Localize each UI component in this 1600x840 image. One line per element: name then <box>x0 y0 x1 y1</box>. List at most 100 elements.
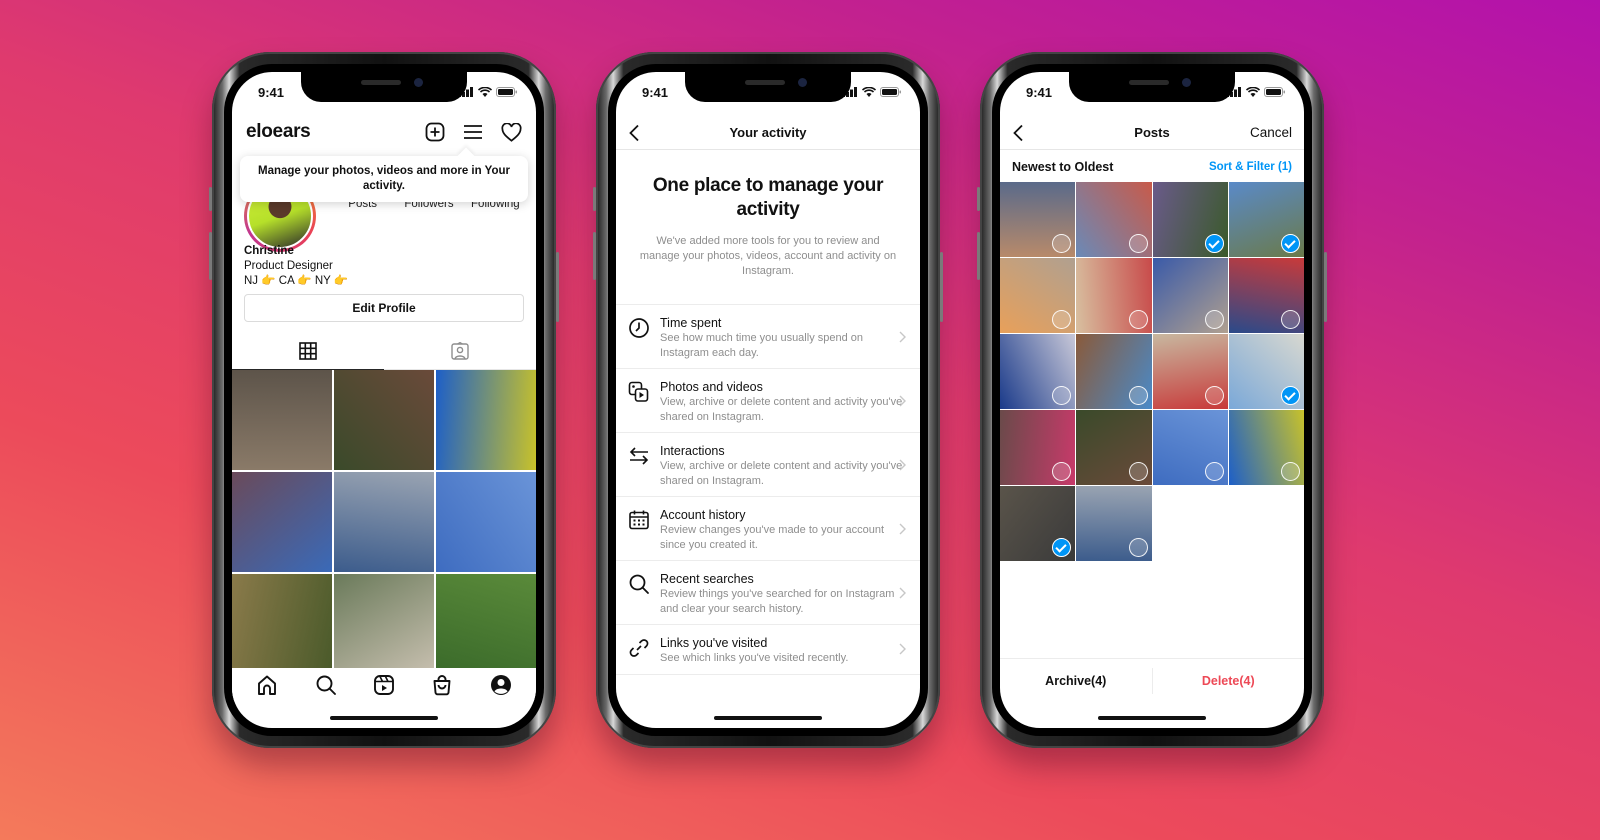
home-icon[interactable] <box>256 674 278 696</box>
post-thumbnail[interactable] <box>1228 334 1304 409</box>
post-thumbnail[interactable] <box>1228 410 1304 485</box>
battery-icon <box>1264 87 1285 97</box>
menu-item-account-history[interactable]: Account history Review changes you've mad… <box>616 497 920 561</box>
menu-item-recent-searches[interactable]: Recent searches Review things you've sear… <box>616 561 920 625</box>
profile-grid-photo[interactable] <box>232 472 332 572</box>
post-thumbnail[interactable] <box>1228 258 1304 333</box>
post-thumbnail[interactable] <box>1000 258 1076 333</box>
archive-button[interactable]: Archive(4) <box>1000 674 1152 688</box>
menu-item-description: Review changes you've made to your accou… <box>660 524 885 551</box>
activity-hero-description: We've added more tools for you to review… <box>639 235 897 277</box>
tab-posts-grid[interactable] <box>232 332 384 370</box>
profile-grid-photo[interactable] <box>436 574 536 674</box>
phone-posts-select: 9:41 Posts Cancel Newest to Oldest Sort … <box>977 52 1327 748</box>
activity-nav-bar: Your activity <box>616 116 920 150</box>
your-activity-tooltip[interactable]: Manage your photos, videos and more in Y… <box>240 156 528 202</box>
unselected-circle-icon[interactable] <box>1281 310 1300 329</box>
tagged-icon <box>451 341 469 360</box>
home-indicator[interactable] <box>330 716 438 720</box>
edit-profile-button[interactable]: Edit Profile <box>244 294 524 322</box>
unselected-circle-icon[interactable] <box>1052 462 1072 481</box>
unselected-circle-icon[interactable] <box>1128 386 1148 405</box>
post-thumbnail[interactable] <box>1076 486 1152 561</box>
bulk-action-bar: Archive(4) Delete(4) <box>1000 658 1304 702</box>
chevron-right-icon <box>899 643 906 655</box>
search-icon[interactable] <box>315 674 337 696</box>
profile-grid-photo[interactable] <box>232 370 332 470</box>
menu-item-photos-and-videos[interactable]: Photos and videos View, archive or delete… <box>616 369 920 433</box>
sort-bar: Newest to Oldest Sort & Filter (1) <box>1012 156 1292 178</box>
unselected-circle-icon[interactable] <box>1204 462 1224 481</box>
post-thumbnail[interactable] <box>1152 182 1228 257</box>
menu-item-title: Interactions <box>660 444 725 458</box>
profile-grid-photo[interactable] <box>334 370 434 470</box>
phone-your-activity: 9:41 Your activity One place to manage y… <box>593 52 943 748</box>
unselected-circle-icon[interactable] <box>1204 310 1224 329</box>
menu-item-description: View, archive or delete content and acti… <box>660 396 903 423</box>
post-thumbnail[interactable] <box>1076 410 1152 485</box>
home-indicator[interactable] <box>1098 716 1206 720</box>
post-thumbnail[interactable] <box>1000 334 1076 409</box>
unselected-circle-icon[interactable] <box>1128 310 1148 329</box>
profile-grid-photo[interactable] <box>334 574 434 674</box>
profile-icon[interactable] <box>490 674 512 696</box>
post-thumbnail[interactable] <box>1076 334 1152 409</box>
unselected-circle-icon[interactable] <box>1052 386 1072 405</box>
profile-username[interactable]: eloears <box>246 121 311 143</box>
clock-icon <box>629 318 649 338</box>
tab-tagged[interactable] <box>384 332 536 370</box>
shop-icon[interactable] <box>431 674 453 696</box>
selected-checkmark-icon[interactable] <box>1281 234 1300 253</box>
cancel-button[interactable]: Cancel <box>1250 125 1292 140</box>
selected-checkmark-icon[interactable] <box>1204 234 1224 253</box>
post-thumbnail[interactable] <box>1000 182 1076 257</box>
unselected-circle-icon[interactable] <box>1128 462 1148 481</box>
chevron-right-icon <box>899 395 906 406</box>
back-chevron-icon[interactable] <box>1012 124 1024 142</box>
post-thumbnail[interactable] <box>1000 410 1076 485</box>
sort-filter-button[interactable]: Sort & Filter (1) <box>1209 161 1292 173</box>
post-thumbnail[interactable] <box>1152 410 1228 485</box>
delete-button[interactable]: Delete(4) <box>1153 674 1305 688</box>
unselected-circle-icon[interactable] <box>1128 538 1148 557</box>
post-thumbnail[interactable] <box>1076 258 1152 333</box>
reels-icon[interactable] <box>373 674 395 696</box>
post-thumbnail[interactable] <box>1000 486 1076 561</box>
wifi-icon <box>1246 87 1260 97</box>
unselected-circle-icon[interactable] <box>1052 234 1072 253</box>
post-thumbnail[interactable] <box>1228 182 1304 257</box>
battery-icon <box>496 87 517 97</box>
search-icon <box>629 574 649 594</box>
wifi-icon <box>478 87 492 97</box>
unselected-circle-icon[interactable] <box>1281 462 1300 481</box>
unselected-circle-icon[interactable] <box>1052 310 1072 329</box>
menu-icon[interactable] <box>463 123 483 141</box>
menu-item-time-spent[interactable]: Time spent See how much time you usually … <box>616 305 920 369</box>
profile-grid-photo[interactable] <box>334 472 434 572</box>
post-thumbnail[interactable] <box>1152 258 1228 333</box>
unselected-circle-icon[interactable] <box>1204 386 1224 405</box>
unselected-circle-icon[interactable] <box>1128 234 1148 253</box>
back-chevron-icon[interactable] <box>628 124 640 142</box>
profile-tabs <box>232 332 536 370</box>
post-thumbnail[interactable] <box>1076 182 1152 257</box>
selected-checkmark-icon[interactable] <box>1281 386 1300 405</box>
heart-icon[interactable] <box>501 122 522 142</box>
profile-grid-photo[interactable] <box>436 472 536 572</box>
menu-item-interactions[interactable]: Interactions View, archive or delete cont… <box>616 433 920 497</box>
profile-grid-photo[interactable] <box>436 370 536 470</box>
post-thumbnail[interactable] <box>1152 334 1228 409</box>
menu-item-description: See how much time you usually spend on I… <box>660 332 864 359</box>
menu-item-title: Photos and videos <box>660 380 763 394</box>
home-indicator[interactable] <box>714 716 822 720</box>
chevron-right-icon <box>899 523 906 534</box>
new-post-icon[interactable] <box>425 122 445 142</box>
bottom-tab-bar <box>232 668 536 702</box>
calendar-icon <box>629 510 649 530</box>
posts-select-grid <box>1000 182 1304 561</box>
activity-menu: Time spent See how much time you usually … <box>616 304 920 675</box>
profile-grid-photo[interactable] <box>232 574 332 674</box>
menu-item-description: See which links you've visited recently. <box>660 652 849 664</box>
menu-item-links-visited[interactable]: Links you've visited See which links you'… <box>616 625 920 675</box>
selected-checkmark-icon[interactable] <box>1052 538 1072 557</box>
